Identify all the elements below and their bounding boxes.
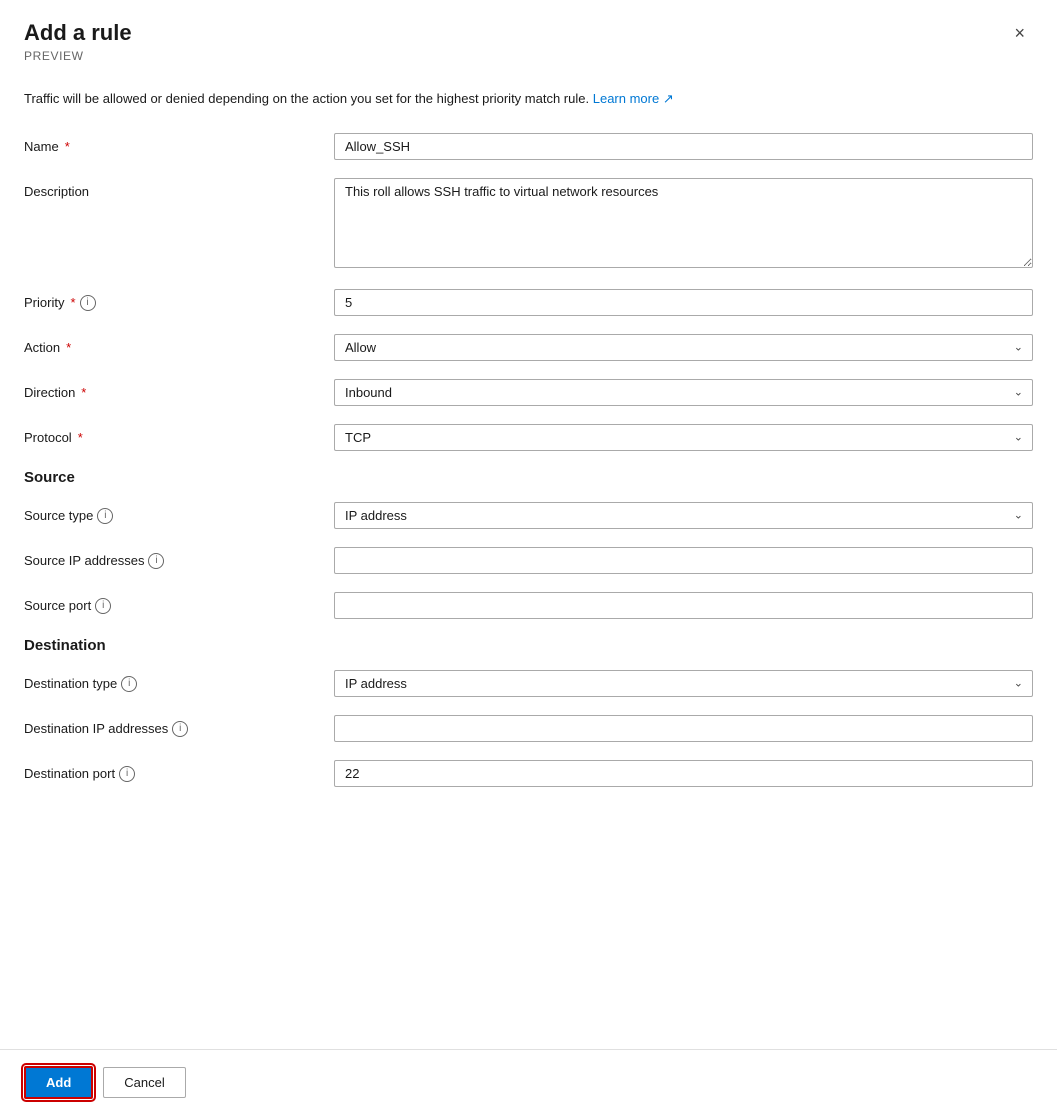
direction-control: Inbound Outbound ⌄ [334,379,1033,406]
dest-ip-label: Destination IP addresses i [24,715,334,737]
source-ip-label: Source IP addresses i [24,547,334,569]
direction-row: Direction* Inbound Outbound ⌄ [24,379,1033,406]
dest-type-control: IP address Service Tag Application secur… [334,670,1033,697]
action-required: * [66,340,71,355]
dialog-body: Traffic will be allowed or denied depend… [0,73,1057,1049]
source-ip-row: Source IP addresses i [24,547,1033,574]
name-row: Name* [24,133,1033,160]
direction-required: * [81,385,86,400]
source-port-row: Source port i [24,592,1033,619]
source-type-label: Source type i [24,502,334,524]
destination-heading: Destination [24,637,1033,654]
dest-ip-input[interactable] [334,715,1033,742]
dest-type-select[interactable]: IP address Service Tag Application secur… [334,670,1033,697]
dest-type-label: Destination type i [24,670,334,692]
info-text-content: Traffic will be allowed or denied depend… [24,91,589,106]
add-button[interactable]: Add [24,1066,93,1099]
header-title-group: Add a rule PREVIEW [24,20,132,63]
source-port-control [334,592,1033,619]
dest-ip-control [334,715,1033,742]
dest-type-select-wrapper: IP address Service Tag Application secur… [334,670,1033,697]
learn-more-link[interactable]: Learn more ↗ [593,91,674,106]
protocol-control: TCP UDP Any ICMP ⌄ [334,424,1033,451]
source-type-select-wrapper: IP address Service Tag Application secur… [334,502,1033,529]
description-input[interactable] [334,178,1033,268]
action-label: Action* [24,334,334,355]
direction-label: Direction* [24,379,334,400]
action-select[interactable]: Allow Deny [334,334,1033,361]
protocol-select-wrapper: TCP UDP Any ICMP ⌄ [334,424,1033,451]
protocol-label: Protocol* [24,424,334,445]
dest-port-input[interactable] [334,760,1033,787]
priority-label: Priority* i [24,289,334,311]
description-label: Description [24,178,334,199]
source-ip-input[interactable] [334,547,1033,574]
dest-port-label: Destination port i [24,760,334,782]
close-button[interactable]: × [1006,20,1033,46]
dest-ip-info-icon[interactable]: i [172,721,188,737]
protocol-select[interactable]: TCP UDP Any ICMP [334,424,1033,451]
name-label: Name* [24,133,334,154]
dest-ip-row: Destination IP addresses i [24,715,1033,742]
dialog-footer: Add Cancel [0,1049,1057,1115]
source-heading: Source [24,469,1033,486]
protocol-row: Protocol* TCP UDP Any ICMP ⌄ [24,424,1033,451]
priority-input[interactable] [334,289,1033,316]
source-port-input[interactable] [334,592,1033,619]
dest-type-row: Destination type i IP address Service Ta… [24,670,1033,697]
protocol-required: * [78,430,83,445]
source-type-info-icon[interactable]: i [97,508,113,524]
dest-port-row: Destination port i [24,760,1033,787]
dest-type-info-icon[interactable]: i [121,676,137,692]
source-ip-control [334,547,1033,574]
priority-row: Priority* i [24,289,1033,316]
name-required: * [65,139,70,154]
source-port-info-icon[interactable]: i [95,598,111,614]
action-select-wrapper: Allow Deny ⌄ [334,334,1033,361]
action-control: Allow Deny ⌄ [334,334,1033,361]
source-ip-info-icon[interactable]: i [148,553,164,569]
cancel-button[interactable]: Cancel [103,1067,185,1098]
direction-select-wrapper: Inbound Outbound ⌄ [334,379,1033,406]
info-text: Traffic will be allowed or denied depend… [24,89,1033,109]
priority-info-icon[interactable]: i [80,295,96,311]
name-control [334,133,1033,160]
priority-required: * [70,295,75,310]
action-row: Action* Allow Deny ⌄ [24,334,1033,361]
source-type-row: Source type i IP address Service Tag App… [24,502,1033,529]
add-rule-dialog: Add a rule PREVIEW × Traffic will be all… [0,0,1057,1115]
description-row: Description [24,178,1033,271]
dest-port-info-icon[interactable]: i [119,766,135,782]
dest-port-control [334,760,1033,787]
source-type-control: IP address Service Tag Application secur… [334,502,1033,529]
name-input[interactable] [334,133,1033,160]
direction-select[interactable]: Inbound Outbound [334,379,1033,406]
dialog-subtitle: PREVIEW [24,49,132,63]
dialog-title: Add a rule [24,20,132,46]
source-port-label: Source port i [24,592,334,614]
priority-control [334,289,1033,316]
source-type-select[interactable]: IP address Service Tag Application secur… [334,502,1033,529]
description-control [334,178,1033,271]
dialog-header: Add a rule PREVIEW × [0,0,1057,73]
